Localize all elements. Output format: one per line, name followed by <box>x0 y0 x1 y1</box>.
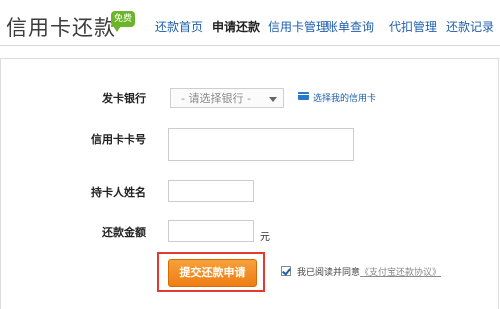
card-number-label: 信用卡卡号 <box>91 133 146 146</box>
holder-name-input[interactable] <box>168 180 254 202</box>
agree-text: 我已阅读并同意 <box>297 268 361 278</box>
amount-input[interactable] <box>168 220 254 242</box>
nav-item-apply-repayment[interactable]: 申请还款 <box>212 18 260 35</box>
bank-select-value: - 请选择银行 - <box>181 92 251 105</box>
bank-label: 发卡银行 <box>102 92 146 105</box>
top-nav: 还款首页 申请还款 信用卡管理 账单查询 代扣管理 还款记录 <box>0 18 500 40</box>
nav-item-repay-records[interactable]: 还款记录 <box>446 18 494 35</box>
nav-item-bill-query[interactable]: 账单查询 <box>326 18 374 35</box>
credit-card-repayment-page: 信用卡还款 免费 还款首页 申请还款 信用卡管理 账单查询 代扣管理 还款记录 … <box>0 0 500 309</box>
nav-item-card-management[interactable]: 信用卡管理 <box>268 18 328 35</box>
amount-label: 还款金额 <box>102 226 146 239</box>
select-my-card-link[interactable]: 选择我的信用卡 <box>313 91 376 104</box>
amount-unit: 元 <box>260 232 270 243</box>
chevron-down-icon <box>269 97 277 102</box>
agree-checkbox[interactable] <box>281 266 291 276</box>
card-number-input[interactable] <box>168 128 354 161</box>
bank-select[interactable]: - 请选择银行 - <box>170 88 284 108</box>
agreement-link[interactable]: 《支付宝还款协议》 <box>360 268 441 278</box>
nav-item-auto-debit[interactable]: 代扣管理 <box>389 18 437 35</box>
submit-highlight-box: 提交还款申请 <box>157 252 265 292</box>
submit-repayment-button[interactable]: 提交还款申请 <box>168 259 257 287</box>
header-divider <box>0 45 500 46</box>
credit-card-icon <box>298 92 309 100</box>
agree-label: 我已阅读并同意《支付宝还款协议》 <box>297 265 441 278</box>
nav-item-repay-home[interactable]: 还款首页 <box>155 18 203 35</box>
holder-name-label: 持卡人姓名 <box>91 186 146 199</box>
